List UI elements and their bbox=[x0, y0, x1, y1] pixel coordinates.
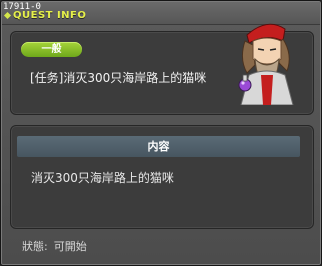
quest-category-badge: 一般 bbox=[21, 42, 82, 57]
quest-info-window: 17911-0 QUEST INFO 一般 [任务]消灭300只海岸路上的猫咪 … bbox=[0, 0, 322, 266]
quest-status: 狀態: 可開始 bbox=[22, 240, 93, 254]
content-description: 消灭300只海岸路上的猫咪 bbox=[31, 171, 174, 185]
title-diamond-icon bbox=[3, 11, 12, 20]
status-label: 狀態: bbox=[22, 240, 48, 253]
content-section-header: 内容 bbox=[17, 136, 300, 157]
status-value: 可開始 bbox=[53, 240, 87, 253]
window-title: QUEST INFO bbox=[13, 10, 87, 21]
npc-portrait-icon bbox=[238, 23, 294, 105]
quest-name: [任务]消灭300只海岸路上的猫咪 bbox=[30, 71, 207, 85]
